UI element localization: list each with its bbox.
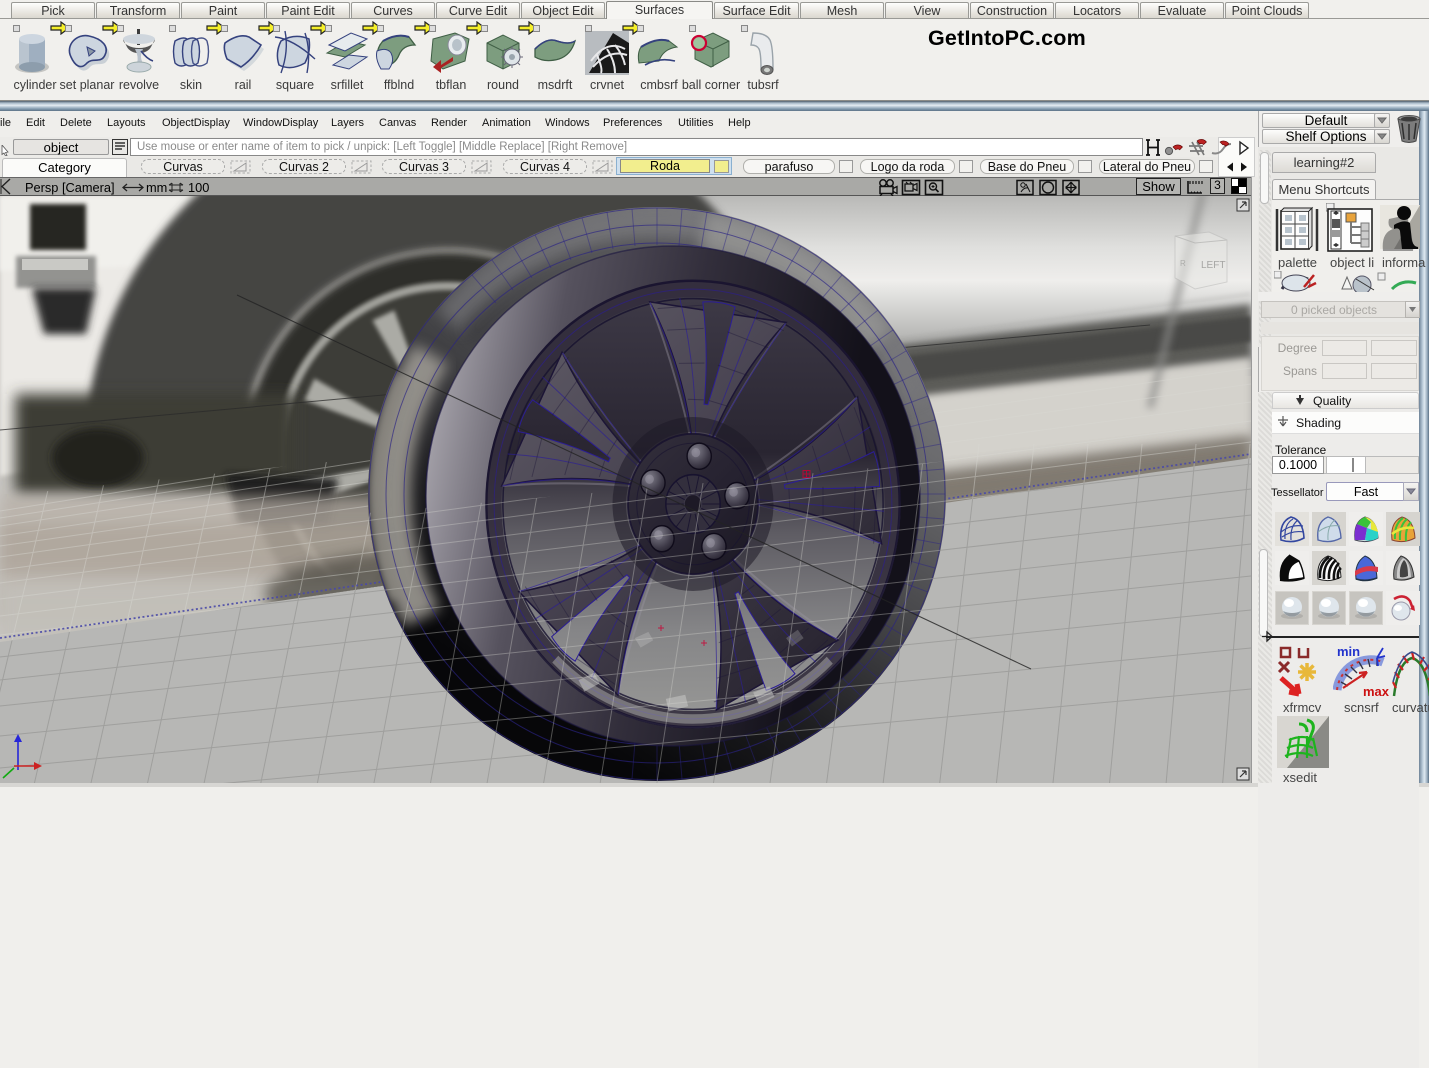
- svg-text:LEFT: LEFT: [1201, 260, 1225, 271]
- svg-text:max: max: [1363, 684, 1389, 699]
- svg-text:min: min: [1337, 644, 1360, 659]
- svg-text:R: R: [1180, 259, 1186, 268]
